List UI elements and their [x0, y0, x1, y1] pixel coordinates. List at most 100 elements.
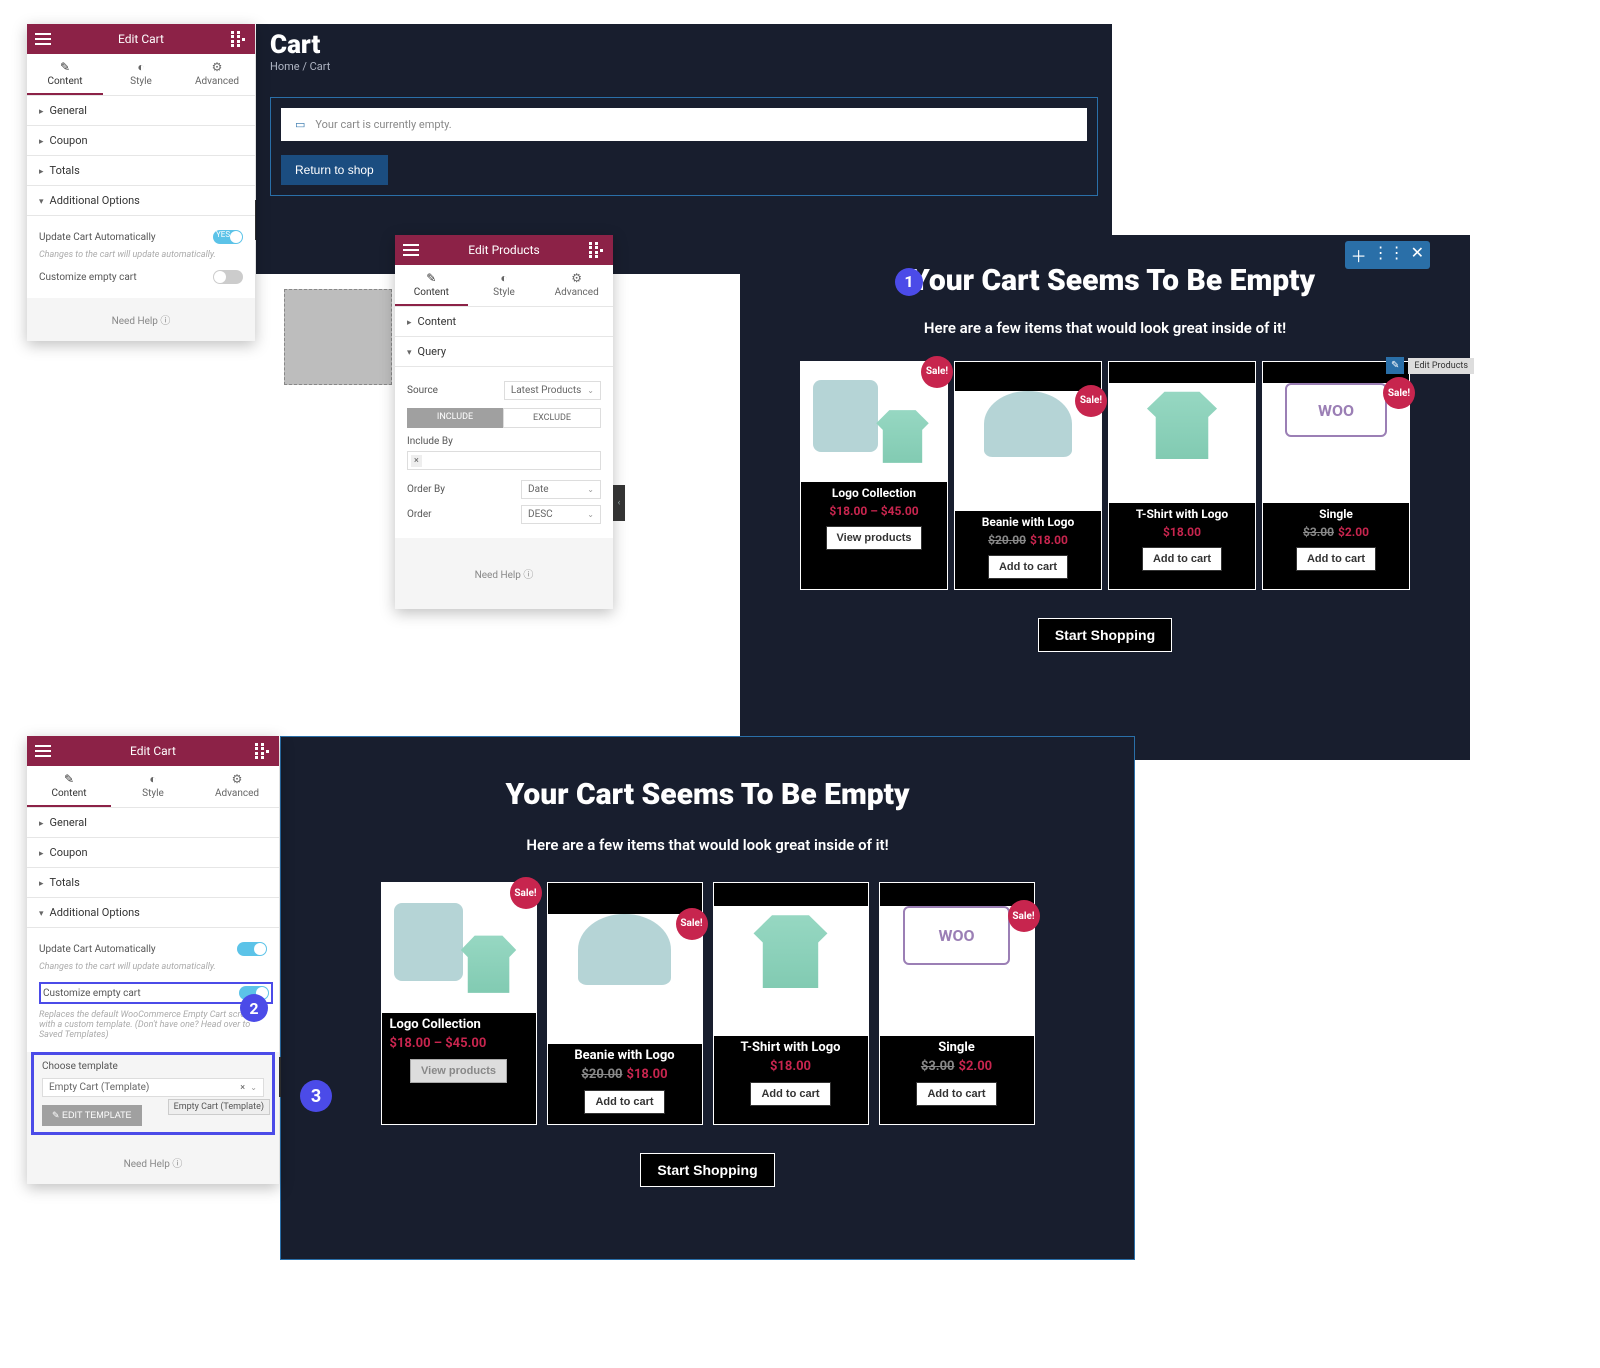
sale-badge: Sale!: [1008, 900, 1040, 932]
annotation-1: 1: [895, 268, 923, 296]
return-to-shop-button[interactable]: Return to shop: [281, 155, 388, 185]
edit-pencil-icon[interactable]: ✎: [1386, 357, 1404, 374]
product-price: $3.00$2.00: [1263, 525, 1409, 539]
page-title: Cart: [270, 30, 1098, 60]
calendar-icon: ▭: [295, 118, 305, 131]
move-icon[interactable]: ⋮⋮: [1373, 243, 1405, 267]
sale-badge: Sale!: [921, 356, 953, 388]
start-shopping-button[interactable]: Start Shopping: [640, 1153, 774, 1187]
update-cart-toggle[interactable]: [237, 942, 267, 956]
help-footer[interactable]: Need Help ⓘ: [27, 298, 255, 341]
product-title: T-Shirt with Logo: [1109, 503, 1255, 525]
tab-style[interactable]: ◐Style: [111, 766, 195, 807]
tab-advanced[interactable]: ⚙Advanced: [195, 766, 279, 807]
product-title: Logo Collection: [801, 482, 947, 504]
tab-advanced[interactable]: ⚙Advanced: [540, 265, 613, 306]
add-to-cart-button[interactable]: Add to cart: [1142, 547, 1222, 571]
grid-icon[interactable]: [231, 31, 247, 47]
add-to-cart-button[interactable]: Add to cart: [988, 555, 1068, 579]
panel-header: Edit Cart: [27, 24, 255, 54]
help-footer[interactable]: Need Help ⓘ: [27, 1141, 279, 1184]
section-coupon[interactable]: Coupon: [27, 838, 279, 868]
choose-template-label: Choose template: [42, 1061, 264, 1072]
product-price: $18.00: [1109, 525, 1255, 539]
tab-advanced[interactable]: ⚙Advanced: [179, 54, 255, 95]
sale-badge: Sale!: [1383, 377, 1415, 409]
product-card[interactable]: T-Shirt with Logo $18.00 Add to cart: [713, 882, 869, 1125]
grid-icon[interactable]: [255, 743, 271, 759]
product-card[interactable]: T-Shirt with Logo $18.00 Add to cart: [1108, 361, 1256, 590]
close-icon[interactable]: ✕: [1411, 243, 1424, 267]
product-card[interactable]: Sale! Beanie with Logo $20.00$18.00 Add …: [547, 882, 703, 1125]
product-price: $3.00$2.00: [880, 1059, 1034, 1074]
source-label: Source: [407, 385, 438, 396]
plus-icon[interactable]: ＋: [1351, 243, 1367, 267]
panel-header: Edit Products: [395, 235, 613, 265]
product-card[interactable]: Sale! Beanie with Logo $20.00$18.00 Add …: [954, 361, 1102, 590]
product-price: $20.00$18.00: [548, 1067, 702, 1082]
include-by-input[interactable]: ×: [407, 451, 601, 470]
section-query[interactable]: Query: [395, 337, 613, 367]
add-to-cart-button[interactable]: Add to cart: [584, 1090, 664, 1114]
order-select[interactable]: DESC: [521, 505, 601, 524]
tabs: ✎Content ◐Style ⚙Advanced: [27, 54, 255, 96]
element-toolbar[interactable]: ＋ ⋮⋮ ✕: [1345, 241, 1430, 269]
clear-icon[interactable]: ×: [240, 1083, 245, 1093]
section-additional[interactable]: Additional Options: [27, 898, 279, 928]
tab-style[interactable]: ◐Style: [103, 54, 179, 95]
product-title: Beanie with Logo: [548, 1044, 702, 1067]
sale-badge: Sale!: [510, 877, 542, 909]
section-general[interactable]: General: [27, 96, 255, 126]
collapse-handle[interactable]: ‹: [613, 485, 625, 521]
tab-content[interactable]: ✎Content: [27, 766, 111, 807]
panel-title: Edit Cart: [118, 32, 164, 46]
tab-style[interactable]: ◐Style: [468, 265, 541, 306]
panel-title: Edit Products: [468, 243, 539, 257]
product-price: $20.00$18.00: [955, 533, 1101, 547]
view-products-button[interactable]: View products: [410, 1059, 507, 1083]
section-coupon[interactable]: Coupon: [27, 126, 255, 156]
tabs: ✎Content ◐Style ⚙Advanced: [27, 766, 279, 808]
tab-content[interactable]: ✎Content: [395, 265, 468, 306]
customize-toggle[interactable]: [213, 270, 243, 284]
include-tab[interactable]: INCLUDE: [407, 408, 503, 428]
section-general[interactable]: General: [27, 808, 279, 838]
source-select[interactable]: Latest Products: [504, 381, 601, 400]
update-cart-label: Update Cart Automatically: [39, 944, 156, 955]
empty-cart-notice: ▭ Your cart is currently empty.: [281, 108, 1087, 141]
annotation-3: 3: [300, 1080, 332, 1112]
panel-title: Edit Cart: [130, 744, 176, 758]
section-totals[interactable]: Totals: [27, 868, 279, 898]
sale-badge: Sale!: [1075, 385, 1107, 417]
exclude-tab[interactable]: EXCLUDE: [503, 408, 601, 428]
orderby-select[interactable]: Date: [521, 480, 601, 499]
add-to-cart-button[interactable]: Add to cart: [750, 1082, 830, 1106]
section-totals[interactable]: Totals: [27, 156, 255, 186]
product-card[interactable]: WOOSale! Single $3.00$2.00 Add to cart: [1262, 361, 1410, 590]
view-products-button[interactable]: View products: [826, 526, 923, 550]
section-additional[interactable]: Additional Options: [27, 186, 255, 216]
grid-icon[interactable]: [589, 242, 605, 258]
add-to-cart-button[interactable]: Add to cart: [916, 1082, 996, 1106]
product-card[interactable]: WOOSale! Single $3.00$2.00 Add to cart: [879, 882, 1035, 1125]
menu-icon[interactable]: [35, 31, 51, 47]
section-content[interactable]: Content: [395, 307, 613, 337]
menu-icon[interactable]: [35, 743, 51, 759]
template-select[interactable]: Empty Cart (Template) ×: [42, 1078, 264, 1097]
product-price: $18.00: [714, 1059, 868, 1074]
product-card[interactable]: Sale! Logo Collection $18.00 – $45.00 Vi…: [381, 882, 537, 1125]
additional-body: Update Cart Automatically YES Changes to…: [27, 216, 255, 298]
edit-tooltip: Edit Products: [1408, 358, 1474, 374]
annotation-2: 2: [240, 994, 268, 1022]
product-card[interactable]: Sale! Logo Collection $18.00 – $45.00 Vi…: [800, 361, 948, 590]
start-shopping-button[interactable]: Start Shopping: [1038, 618, 1172, 652]
customize-label: Customize empty cart: [39, 272, 137, 283]
query-body: Source Latest Products INCLUDE EXCLUDE I…: [395, 367, 613, 538]
help-footer[interactable]: Need Help ⓘ: [395, 538, 613, 609]
menu-icon[interactable]: [403, 242, 419, 258]
edit-template-button[interactable]: ✎ EDIT TEMPLATE: [42, 1105, 142, 1126]
update-cart-toggle[interactable]: YES: [213, 230, 243, 244]
update-note: Changes to the cart will update automati…: [39, 962, 267, 972]
tab-content[interactable]: ✎Content: [27, 54, 103, 95]
add-to-cart-button[interactable]: Add to cart: [1296, 547, 1376, 571]
